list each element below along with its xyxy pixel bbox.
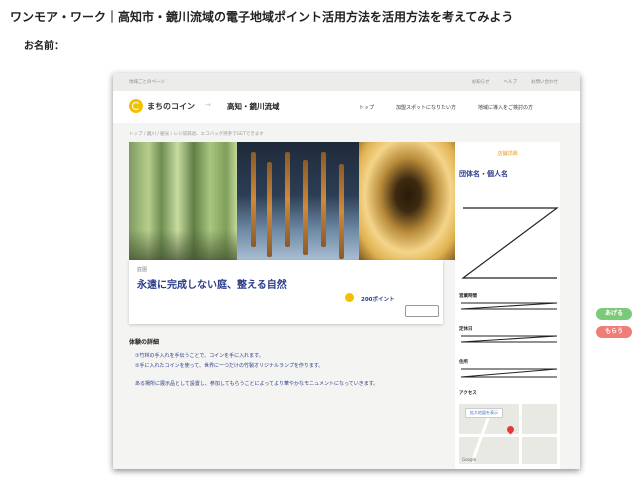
nav-introduce[interactable]: 地域に導入をご検討の方 xyxy=(478,104,533,111)
worksheet-title: ワンモア・ワーク｜高知市・鏡川流域の電子地域ポイント活用方法を活用方法を考えてみ… xyxy=(10,10,514,24)
bamboo-lamp-photo xyxy=(237,142,359,260)
coin-logo-icon[interactable] xyxy=(129,99,143,113)
enlarge-map-link[interactable]: 拡大地図を表示 xyxy=(465,408,503,418)
category-label: 庭園 xyxy=(137,267,148,273)
experience-card: 庭園 永遠に完成しない庭、整える自然 200ポイント xyxy=(129,260,443,324)
address-label: 住所 xyxy=(459,360,468,365)
name-label: お名前： xyxy=(24,41,64,52)
detail-line: ①竹林の手入れを手伝うことで、コインを手に入れます。 xyxy=(135,353,264,359)
hours-label: 営業時間 xyxy=(459,294,477,299)
store-sidebar: 店舗詳細 団体名・個人名 営業時間 定休日 住所 アクセス 拡大地図を表示 Go… xyxy=(455,142,560,469)
topbar-label: 地域ごとのページ xyxy=(129,80,165,85)
sidebar-heading: 店舗詳細 xyxy=(497,151,518,157)
blank-scribble-mark xyxy=(460,335,558,343)
site-screenshot: 地域ごとのページ お知らせ ヘルプ お問い合わせ まちのコイン → 高知・鏡川流… xyxy=(113,73,580,469)
topbar-link-contact[interactable]: お問い合わせ xyxy=(531,79,558,85)
map-pin-icon xyxy=(505,424,516,435)
nav-top[interactable]: トップ xyxy=(359,104,374,111)
site-topbar: 地域ごとのページ お知らせ ヘルプ お問い合わせ xyxy=(113,73,580,91)
site-header: まちのコイン → 高知・鏡川流域 トップ 加盟スポットになりたい方 地域に導入を… xyxy=(113,91,580,123)
detail-line: ある場所に展示品として設置し、参加してもらうことによってより華やかなモニュメント… xyxy=(135,381,379,387)
coin-icon xyxy=(345,293,354,302)
lit-bamboo-tunnel-photo xyxy=(359,142,457,260)
detail-text: ①竹林の手入れを手伝うことで、コインを手に入れます。 ②手に入れたコインを使って… xyxy=(135,351,435,389)
site-logo[interactable]: まちのコイン xyxy=(147,101,195,112)
receive-button[interactable]: もらう xyxy=(596,326,632,338)
area-name: 高知・鏡川流域 xyxy=(227,102,280,111)
main-nav: トップ 加盟スポットになりたい方 地域に導入をご検討の方 xyxy=(359,104,533,111)
card-action-button[interactable] xyxy=(405,305,439,317)
bamboo-forest-photo xyxy=(129,142,237,260)
blank-scribble-mark xyxy=(460,368,558,378)
topbar-link-news[interactable]: お知らせ xyxy=(472,79,490,85)
experience-title: 永遠に完成しない庭、整える自然 xyxy=(137,280,287,291)
nav-join-spot[interactable]: 加盟スポットになりたい方 xyxy=(396,104,456,111)
give-button[interactable]: あげる xyxy=(596,308,632,320)
points-value: 200ポイント xyxy=(361,297,395,303)
logo-separator: → xyxy=(205,101,211,109)
detail-line: ②手に入れたコインを使って、世界に一つだけの竹製オリジナルランプを作ります。 xyxy=(135,363,324,369)
detail-heading: 体験の詳細 xyxy=(129,339,160,346)
org-name-label: 団体名・個人名 xyxy=(459,170,508,178)
map-credit: Google xyxy=(462,457,477,462)
blank-scribble-mark xyxy=(460,302,558,310)
blank-scribble-mark xyxy=(461,207,559,279)
access-label: アクセス xyxy=(459,391,477,396)
breadcrumb: トップ / 鏡川 / 観光 / レジ袋辞退、エコバッグ持参でGETできます xyxy=(129,132,264,137)
topbar-link-help[interactable]: ヘルプ xyxy=(504,79,518,85)
access-map[interactable]: 拡大地図を表示 Google xyxy=(459,404,557,464)
holiday-label: 定休日 xyxy=(459,327,473,332)
